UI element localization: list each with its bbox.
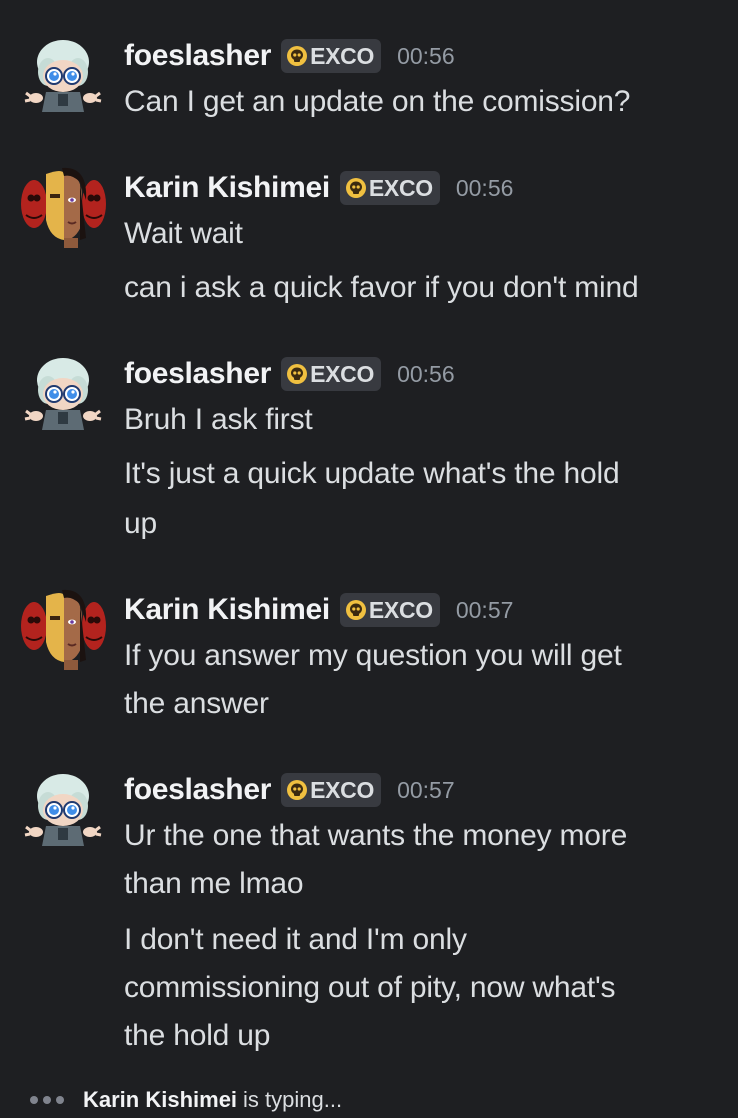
skull-icon [346,600,366,620]
server-tag[interactable]: EXCO [281,773,382,807]
server-tag[interactable]: EXCO [339,171,440,205]
message-header: foeslasher EXCO 00:56 [124,34,455,78]
message-header: Karin Kishimei EXCO 00:57 [124,588,513,632]
server-tag-label: EXCO [310,360,375,387]
skull-icon [287,780,307,800]
skull-icon [287,364,307,384]
message-text: than me lmao [124,867,304,900]
server-tag-label: EXCO [310,42,375,69]
message-text: commissioning out of pity, now what's [124,971,616,1004]
message-text: If you answer my question you will get [124,639,622,672]
server-tag-label: EXCO [310,776,375,803]
message-header: foeslasher EXCO 00:57 [124,768,455,812]
timestamp[interactable]: 00:56 [456,175,514,202]
message-text: I don't need it and I'm only [124,923,467,956]
server-tag-label: EXCO [368,596,433,623]
username[interactable]: foeslasher [124,773,271,807]
skull-icon [287,46,307,66]
avatar[interactable] [18,350,108,440]
avatar[interactable] [18,766,108,856]
message-text: up [124,507,157,540]
message-text: Wait wait [124,217,243,250]
server-tag[interactable]: EXCO [281,39,382,73]
username[interactable]: foeslasher [124,357,271,391]
typing-dots-icon [30,1096,69,1104]
message-header: Karin Kishimei EXCO 00:56 [124,166,513,210]
message-text: It's just a quick update what's the hold [124,457,620,490]
message-text: can i ask a quick favor if you don't min… [124,271,639,304]
typing-username: Karin Kishimei [83,1087,238,1112]
username[interactable]: foeslasher [124,39,271,73]
typing-indicator: Karin Kishimei is typing... [30,1082,342,1118]
message-header: foeslasher EXCO 00:56 [124,352,455,396]
username[interactable]: Karin Kishimei [124,593,330,627]
message-text: Can I get an update on the comission? [124,85,631,118]
skull-icon [346,178,366,198]
avatar[interactable] [18,160,108,250]
message-text: Ur the one that wants the money more [124,819,628,852]
message-text: the hold up [124,1019,271,1052]
timestamp[interactable]: 00:57 [456,597,514,624]
server-tag[interactable]: EXCO [339,593,440,627]
message-text: the answer [124,687,269,720]
timestamp[interactable]: 00:56 [397,43,455,70]
server-tag-label: EXCO [368,174,433,201]
timestamp[interactable]: 00:56 [397,361,455,388]
message-text: Bruh I ask first [124,403,313,436]
server-tag[interactable]: EXCO [281,357,382,391]
typing-text: is typing... [243,1087,343,1112]
timestamp[interactable]: 00:57 [397,777,455,804]
avatar[interactable] [18,32,108,122]
username[interactable]: Karin Kishimei [124,171,330,205]
avatar[interactable] [18,582,108,672]
